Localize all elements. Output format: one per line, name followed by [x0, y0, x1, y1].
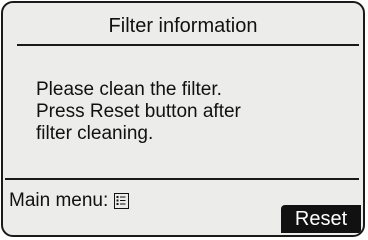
- page-title: Filter information: [108, 15, 258, 37]
- message-line: Please clean the filter.: [36, 79, 222, 100]
- main-menu-label: Main menu:: [9, 190, 109, 211]
- filter-info-screen: Filter information Please clean the filt…: [1, 1, 365, 237]
- list-menu-icon[interactable]: [114, 193, 130, 209]
- message-line: Press Reset button after: [36, 101, 241, 122]
- filter-message: Please clean the filter. Press Reset but…: [36, 79, 241, 145]
- main-menu-row[interactable]: Main menu:: [9, 190, 130, 212]
- footer-divider: [5, 178, 359, 180]
- message-line: filter cleaning.: [36, 123, 154, 144]
- title-divider: [17, 44, 359, 46]
- reset-button[interactable]: Reset: [281, 205, 361, 233]
